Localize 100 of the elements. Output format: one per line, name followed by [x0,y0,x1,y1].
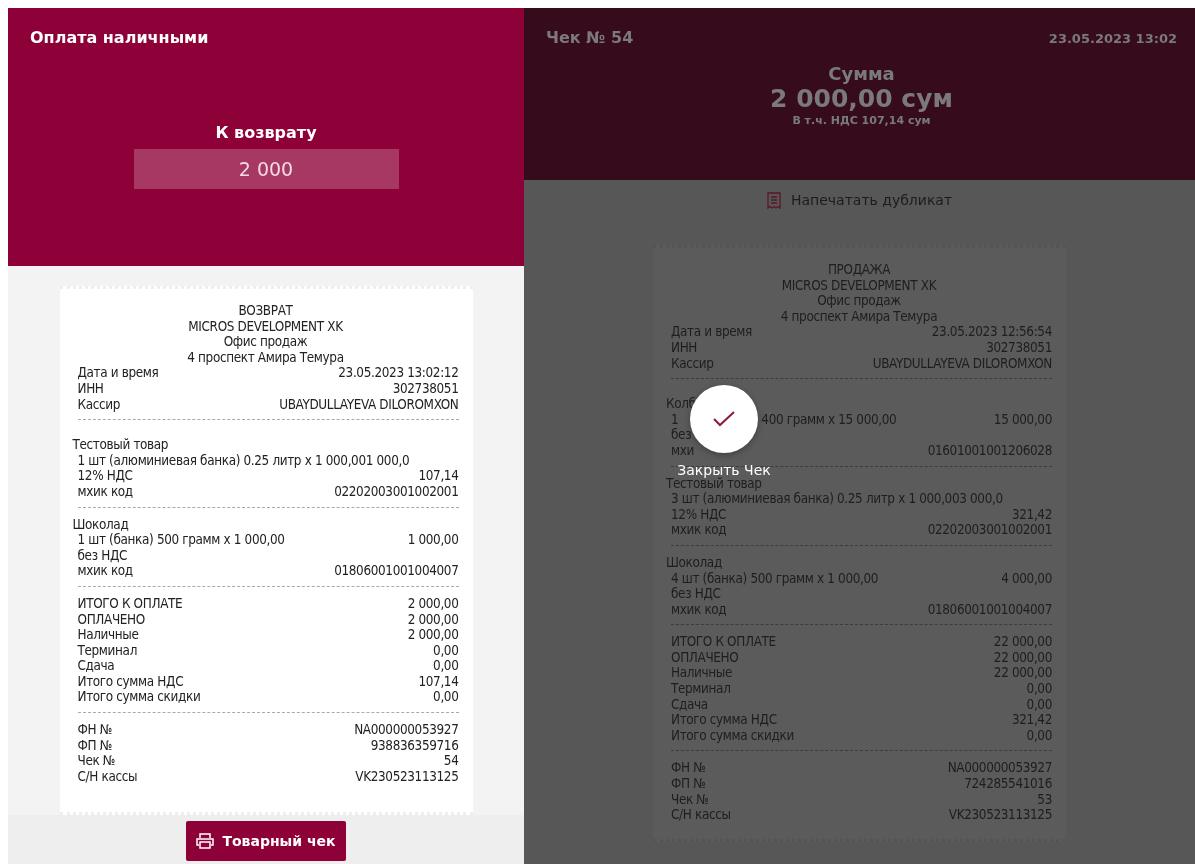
fiscal-label: С/Н кассы [77,768,138,785]
fiscal-label: ФН № [671,760,706,777]
office-name: Офис продаж [816,293,902,309]
item-detail: без НДС [671,586,721,602]
refund-label: К возврату [215,123,317,142]
total-label: Итого сумма скидки [77,689,201,706]
item-amount: 15 000,00 [993,411,1052,428]
total-label: ОПЛАЧЕНО [671,649,739,666]
fiscal-label: ФП № [671,776,706,792]
total-label: Терминал [671,681,731,697]
company-name: MICROS DEVELOPMENT XK [780,277,938,294]
total-value: 2 000,00 [407,611,459,628]
total-label: Итого сумма НДС [77,673,184,690]
total-label: Итого сумма скидки [671,727,794,744]
fiscal-label: ФП № [77,737,112,754]
item-amount: 4 000,00 [1001,570,1052,587]
fiscal-value: NA000000053927 [354,722,459,738]
check-datetime: 23.05.2023 13:02 [1048,31,1177,46]
total-value: 22 000,00 [993,665,1052,682]
total-label: Наличные [77,627,139,643]
item-detail: без [671,427,692,443]
item-detail: 12% НДС [77,468,133,484]
item-name: Шоколад [72,516,130,533]
item-detail: мхик код [77,483,133,500]
info-value: UBAYDULLAYEVA DILOROMXON [279,396,459,413]
total-value: 0,00 [433,642,459,659]
item-detail: 1 шт (банка) 500 грамм х 1 000,00 [77,532,285,548]
info-value: 302738051 [392,380,459,397]
total-value: 2 000,00 [407,595,459,612]
fiscal-value: 54 [443,753,459,769]
sum-amount: 2 000,00 сум [770,84,953,114]
item-amount: 02202003001002001 [334,483,459,500]
fiscal-label: С/Н кассы [671,807,731,823]
total-value: 107,14 [418,673,459,690]
total-value: 0,00 [433,689,459,706]
total-value: 0,00 [1026,727,1052,744]
item-amount: 321,42 [1011,506,1052,523]
total-value: 22 000,00 [993,634,1052,650]
address-text: 4 проспект Амира Темура [779,308,939,325]
item-name: Тестовый товар [72,437,170,453]
total-label: Сдача [77,658,115,674]
info-value: UBAYDULLAYEVA DILOROMXON [872,355,1052,372]
receipt-icon [766,191,781,209]
total-label: ОПЛАЧЕНО [77,611,145,628]
info-label: ИНН [77,380,104,397]
info-value: 23.05.2023 12:56:54 [931,324,1052,340]
item-amount: 02202003001002001 [927,522,1052,538]
total-value: 22 000,00 [993,649,1052,666]
item-detail: мхик код [671,601,727,618]
printer-icon [196,833,215,849]
item-detail: 12% НДС [671,506,727,523]
item-detail: мхик код [77,563,133,579]
panel-title: Оплата наличными [30,28,209,47]
info-label: Кассир [77,396,121,413]
total-value: 2 000,00 [407,627,459,643]
total-value: 321,42 [1011,712,1052,728]
receipt-button[interactable]: Товарный чек [186,821,346,861]
total-label: Сдача [671,696,708,713]
vat-text: В т.ч. НДС 107,14 сум [792,114,931,127]
item-detail: 1 [671,411,679,428]
info-label: Дата и время [671,324,752,340]
company-name: MICROS DEVELOPMENT XK [187,318,344,335]
info-label: ИНН [671,339,698,356]
item-name: Шоколад [666,554,723,571]
item-detail: 3 шт (алюминиевая банка) 0.25 литр х 1 000,003 000,0 [671,491,1003,507]
item-amount: 01806001001004007 [334,563,459,579]
check-number: Чек № 54 [546,28,634,47]
info-value: 23.05.2023 13:02:12 [338,365,459,381]
receipt-title: ПРОДАЖА [826,262,892,278]
item-amount: 1 000,00 [407,532,459,548]
office-name: Офис продаж [222,334,309,350]
item-detail: 4 шт (банка) 500 грамм х 1 000,00 [671,570,879,587]
item-detail: мхик код [671,522,727,538]
fiscal-label: Чек № [77,753,116,769]
fiscal-value: VK230523113125 [948,807,1052,823]
total-value: 0,00 [433,658,459,674]
fiscal-value: NA000000053927 [947,760,1052,777]
total-label: ИТОГО К ОПЛАТЕ [671,634,776,650]
fiscal-value: VK230523113125 [355,768,459,785]
fiscal-label: ФН № [77,722,112,738]
info-value: 302738051 [986,339,1052,356]
total-label: ИТОГО К ОПЛАТЕ [77,595,183,612]
total-label: Итого сумма НДС [671,712,777,728]
item-amount: 01806001001004007 [927,601,1052,618]
checkmark-icon [713,411,735,427]
fiscal-value: 53 [1037,791,1052,808]
sum-label: Сумма [828,63,895,84]
address-text: 4 проспект Амира Темура [186,349,345,366]
item-detail: 400 грамм х 15 000,00 [761,411,897,428]
item-amount: 107,14 [418,468,459,484]
total-value: 0,00 [1026,681,1052,697]
info-label: Кассир [671,355,714,372]
info-label: Дата и время [77,365,159,381]
receipt-title: ВОЗВРАТ [237,303,294,319]
total-value: 0,00 [1026,696,1052,713]
fiscal-value: 724285541016 [964,776,1052,792]
item-detail: мхи [671,442,694,459]
item-amount: 01601001001206028 [927,442,1052,459]
fiscal-value: 938836359716 [370,737,459,754]
item-detail: 1 шт (алюминиевая банка) 0.25 литр х 1 000,001 000,0 [77,452,410,469]
